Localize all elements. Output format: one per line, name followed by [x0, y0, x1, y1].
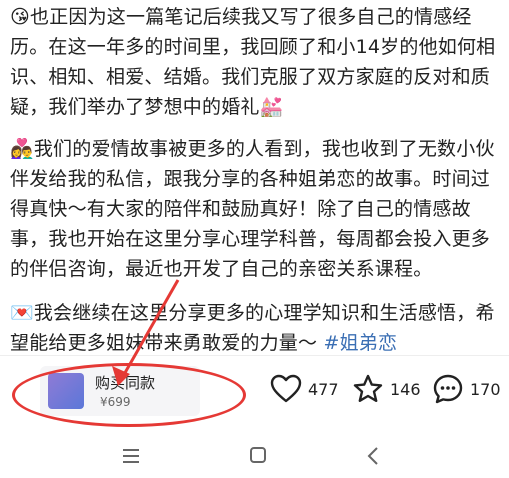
comment-icon	[433, 374, 463, 404]
comment-count: 170	[470, 379, 501, 399]
menu-icon[interactable]	[117, 444, 145, 468]
system-navigation-bar	[0, 436, 509, 478]
collect-button[interactable]: 146	[352, 372, 421, 406]
like-button[interactable]: 477	[270, 372, 339, 406]
collect-count: 146	[390, 379, 421, 399]
home-icon[interactable]	[244, 444, 272, 468]
post-body: 😘也正因为这一篇笔记后续我又写了很多自己的情感经历。在这一年多的时间里，我回顾了…	[10, 0, 504, 368]
post-paragraph-1: 😘也正因为这一篇笔记后续我又写了很多自己的情感经历。在这一年多的时间里，我回顾了…	[10, 6, 496, 118]
post-paragraph-3: 💌我会继续在这里分享更多的心理学知识和生活感悟，希望能给更多姐妹带来勇敢爱的力量…	[10, 298, 504, 358]
like-count: 477	[308, 379, 339, 399]
back-icon[interactable]	[360, 444, 388, 468]
post-paragraph-3-text: 💌我会继续在这里分享更多的心理学知识和生活感悟，希望能给更多姐妹带来勇敢爱的力量…	[10, 302, 495, 354]
post-paragraph-2: 👩‍❤️‍👨我们的爱情故事被更多的人看到，我也收到了无数小伙伴发给我的私信，跟我…	[10, 138, 495, 280]
hashtag-link[interactable]: #姐弟恋	[323, 332, 397, 354]
heart-icon	[270, 374, 302, 403]
comment-button[interactable]: 170	[432, 372, 501, 406]
star-icon	[353, 374, 383, 402]
highlight-circle-annotation	[12, 363, 246, 427]
